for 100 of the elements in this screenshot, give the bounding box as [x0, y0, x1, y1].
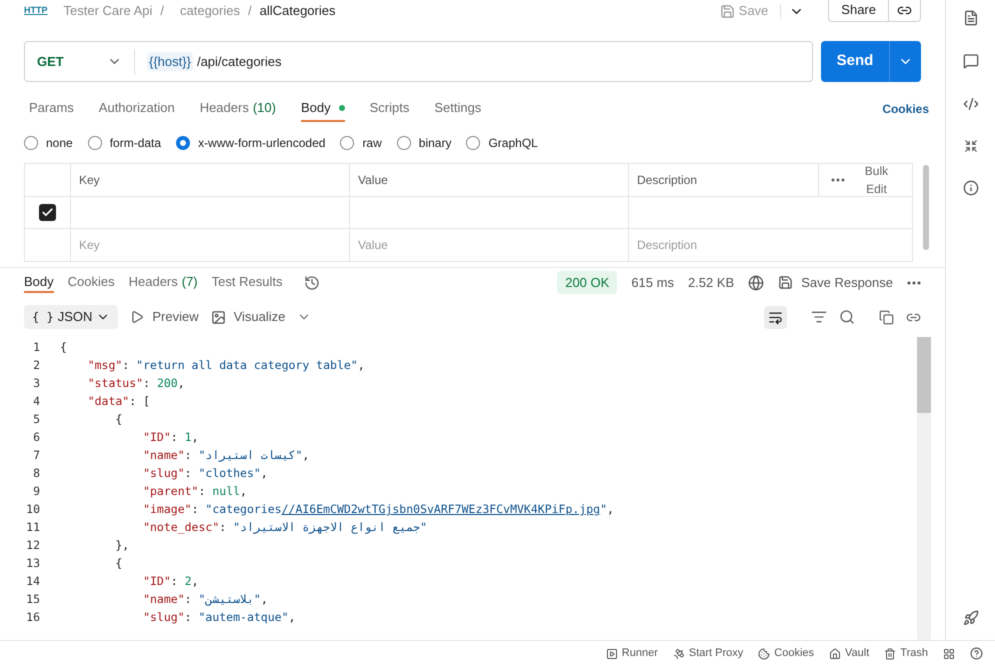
line-number: 6 — [32, 429, 41, 446]
url-field[interactable]: {{host}} /api/categories — [135, 52, 294, 72]
line-number: 8 — [32, 465, 41, 482]
braces-label: { } — [32, 309, 54, 326]
code-token: , — [192, 573, 199, 590]
code-token: "image" — [142, 501, 192, 518]
code-token: "parent" — [142, 483, 198, 500]
response-tab[interactable]: Test Results — [212, 272, 282, 293]
code-token: "name" — [142, 447, 185, 464]
breadcrumb-separator: / — [160, 2, 164, 20]
request-tab[interactable]: Body — [300, 96, 345, 122]
code-token: "return all data category table" — [136, 357, 358, 374]
code-token: null — [212, 483, 240, 500]
code-token: "جميع انواع الاجهزة الاستيراد" — [233, 519, 427, 536]
request-tab[interactable]: Settings — [434, 96, 482, 122]
response-tab[interactable]: Body — [24, 272, 54, 293]
save-response-button[interactable]: Save Response — [778, 272, 893, 292]
code-token: : — [170, 429, 179, 446]
copy-icon — [879, 310, 894, 324]
breadcrumb-separator: / — [248, 2, 252, 20]
code-token: : — [198, 483, 206, 500]
code-token: : — [184, 609, 193, 626]
code-token: "كيسات استيراد" — [198, 447, 302, 464]
code-token: : — [192, 501, 200, 518]
code-token: { — [60, 339, 67, 356]
body-type-radio[interactable]: binary — [396, 134, 452, 152]
code-token: : — [184, 465, 193, 482]
code-token: "categories — [205, 501, 282, 518]
body-type-radio[interactable]: none — [24, 134, 73, 152]
column-header: Key — [71, 164, 350, 196]
line-number: 12 — [25, 537, 41, 554]
method-label: HTTP — [24, 4, 48, 18]
help-icon — [970, 647, 983, 660]
line-number: 3 — [32, 375, 41, 392]
check-icon — [41, 206, 54, 219]
bulk-edit-button[interactable]: Bulk Edit — [852, 162, 900, 198]
request-tab[interactable]: Scripts — [370, 96, 410, 122]
body-type-radio[interactable]: form-data — [88, 134, 162, 152]
code-token: : — [184, 591, 193, 608]
line-number: 9 — [32, 483, 41, 500]
satellite-icon — [672, 648, 685, 660]
method-select[interactable]: GET — [25, 48, 135, 74]
code-token: 2 — [184, 573, 192, 590]
code-token: , — [358, 357, 365, 374]
cookie-icon — [758, 648, 770, 660]
response-size: 2.52 KB — [688, 274, 734, 292]
status-bar-button[interactable]: Start Proxy — [672, 645, 744, 662]
scrollbar[interactable] — [923, 165, 929, 250]
code-token: "autem-atque" — [198, 609, 288, 626]
code-token: "slug" — [142, 465, 185, 482]
code-token: }, — [114, 537, 130, 554]
column-header: Value — [350, 164, 629, 196]
column-header: Description — [629, 164, 819, 196]
code-token: : — [219, 519, 228, 536]
request-tab[interactable]: Authorization — [98, 96, 175, 122]
code-token: "msg" — [86, 357, 122, 374]
body-type-radio[interactable]: raw — [340, 134, 382, 152]
scrollbar[interactable] — [917, 337, 931, 640]
line-number: 16 — [25, 609, 41, 626]
code-token: , — [260, 465, 268, 482]
line-number: 10 — [25, 501, 41, 518]
format-select[interactable]: { } JSON — [24, 305, 118, 329]
visualize-button[interactable]: Visualize — [210, 307, 286, 327]
request-tab[interactable]: Headers (10) — [200, 96, 276, 122]
save-icon — [720, 4, 735, 18]
code-token: 200 — [156, 375, 178, 392]
response-tab[interactable]: Cookies — [68, 272, 115, 293]
line-number: 11 — [25, 519, 41, 536]
line-number: 5 — [32, 411, 41, 428]
wrap-button[interactable] — [764, 306, 787, 328]
status-bar-button[interactable]: Cookies — [758, 645, 814, 662]
code-token: : — [122, 357, 130, 374]
status-bar-button[interactable]: Vault — [829, 645, 870, 662]
more-icon[interactable] — [831, 178, 845, 182]
response-tab[interactable]: Headers (7) — [128, 272, 198, 293]
play-icon — [606, 648, 618, 660]
filter-icon — [811, 309, 827, 325]
row-checkbox[interactable] — [39, 204, 56, 221]
code-token: "ID" — [142, 573, 171, 590]
request-tab[interactable]: Params — [29, 96, 74, 122]
rocket-icon — [962, 610, 978, 626]
code-token: : — [170, 573, 179, 590]
code-icon — [962, 96, 978, 112]
status-bar-button[interactable]: Runner — [606, 645, 658, 662]
preview-button[interactable]: Preview — [130, 307, 199, 327]
body-type-radio[interactable]: GraphQL — [466, 134, 538, 152]
cookies-link[interactable]: Cookies — [882, 100, 929, 118]
info-icon — [962, 180, 978, 196]
line-number: 1 — [32, 339, 41, 356]
line-number: 15 — [25, 591, 41, 608]
status-badge: 200 OK — [557, 270, 618, 294]
home-icon — [829, 648, 842, 660]
code-token: , — [607, 501, 614, 518]
code-token: , — [260, 591, 268, 608]
code-token: , — [302, 447, 310, 464]
body-type-radio[interactable]: x-www-form-urlencoded — [176, 134, 326, 152]
more-icon[interactable] — [907, 280, 921, 284]
status-bar-button[interactable]: Trash — [884, 645, 928, 662]
code-token: "note_desc" — [142, 519, 220, 536]
code-link[interactable]: //AI6EmCWD2wtTGjsbn0SvARF7WEz3FCvMVK4KPiFp.jpg — [282, 501, 600, 519]
